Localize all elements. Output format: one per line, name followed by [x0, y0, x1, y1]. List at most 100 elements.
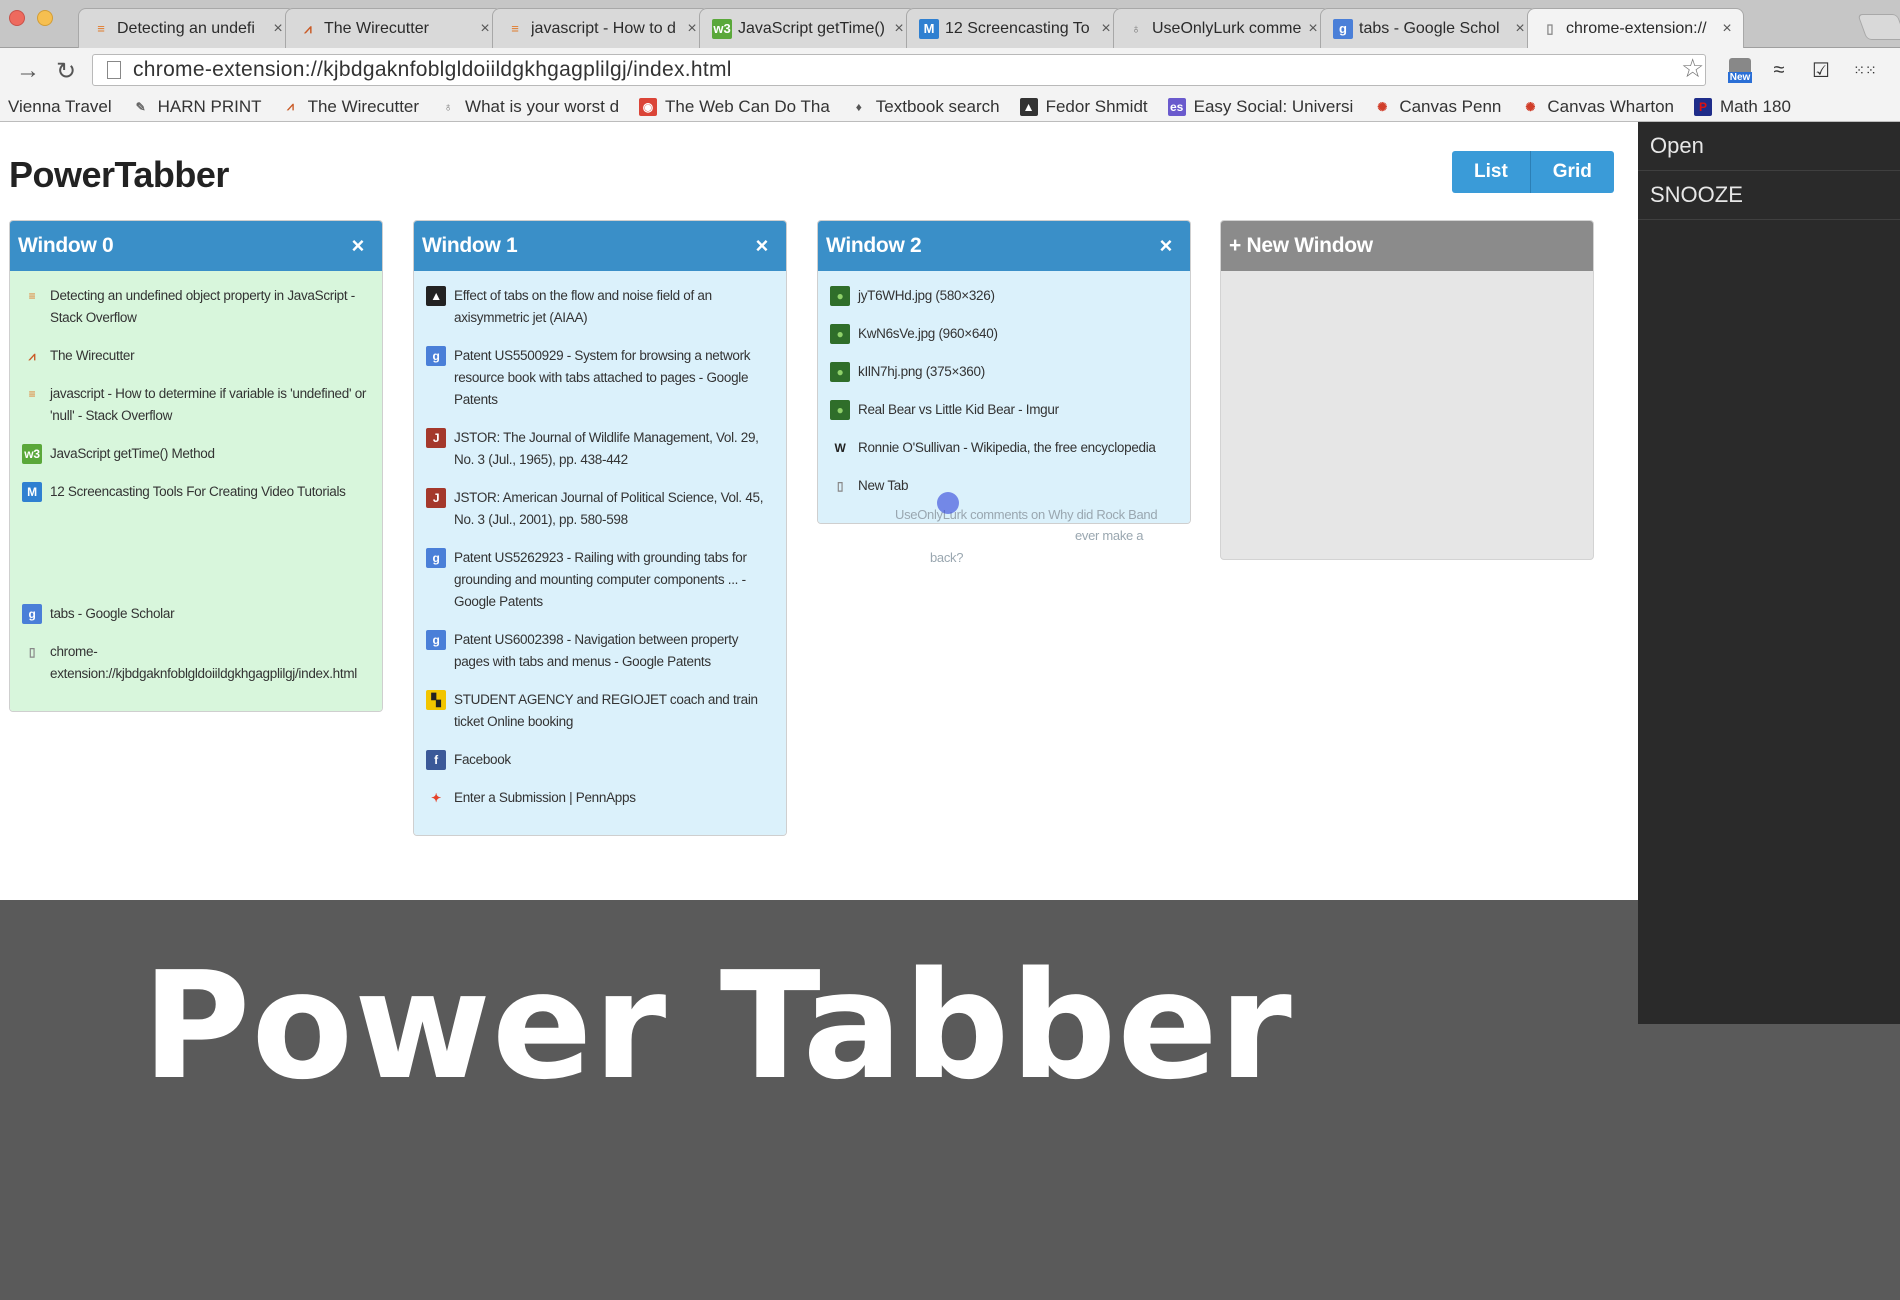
google-icon: g: [426, 548, 446, 568]
google-icon: g: [426, 346, 446, 366]
bookmark-item[interactable]: ◉ The Web Can Do Tha: [639, 97, 830, 117]
browser-tab[interactable]: ⩘ The Wirecutter ×: [285, 8, 502, 48]
tab-list-item[interactable]: ✦ Enter a Submission | PennApps: [426, 787, 776, 809]
browser-tab-label: UseOnlyLurk comme: [1152, 19, 1302, 37]
new-window-button[interactable]: + New Window: [1221, 221, 1593, 271]
bookmark-label: Vienna Travel: [8, 96, 112, 116]
browser-tab[interactable]: ≡ javascript - How to d ×: [492, 8, 709, 48]
wave-extension-icon[interactable]: ≈: [1766, 57, 1792, 83]
tab-list-item[interactable]: M 12 Screencasting Tools For Creating Vid…: [22, 481, 372, 503]
close-icon[interactable]: ×: [1098, 20, 1114, 38]
new-tab-button[interactable]: [1857, 14, 1900, 40]
window-minimize-button[interactable]: [37, 10, 53, 26]
checkbox-extension-icon[interactable]: ☑: [1808, 57, 1834, 83]
forward-arrow-icon[interactable]: →: [16, 57, 40, 85]
browser-tabs: ≡ Detecting an undefi × ⩘ The Wirecutter × ≡ ja…: [78, 8, 1744, 48]
extension-new-badge: New: [1727, 71, 1753, 83]
tab-list-item-title: javascript - How to determine if variabl…: [50, 386, 367, 423]
close-window-icon[interactable]: ×: [1159, 233, 1172, 259]
bookmark-label: Textbook search: [875, 96, 1000, 116]
tab-list-item[interactable]: ▚ STUDENT AGENCY and REGIOJET coach and t…: [426, 689, 776, 733]
browser-tab[interactable]: ♁ UseOnlyLurk comme ×: [1113, 8, 1330, 48]
tab-list-item-title: 12 Screencasting Tools For Creating Vide…: [50, 484, 346, 499]
bookmark-star-icon[interactable]: ☆: [1681, 53, 1704, 84]
tab-list-item[interactable]: ▯ chrome-extension://kjbdgaknfoblgldoiild…: [22, 641, 372, 685]
tab-list-item-title: STUDENT AGENCY and REGIOJET coach and tr…: [454, 692, 758, 729]
bookmark-item[interactable]: Vienna Travel: [8, 97, 112, 117]
window-title: Window 0: [18, 234, 114, 257]
tab-list-item[interactable]: ● KwN6sVe.jpg (960×640): [830, 323, 1180, 345]
close-icon[interactable]: ×: [684, 20, 700, 38]
tab-list-item[interactable]: ▯ New Tab: [830, 475, 1180, 497]
tab-list-item-title: Patent US5500929 - System for browsing a…: [454, 348, 751, 407]
close-icon[interactable]: ×: [477, 20, 493, 38]
tab-list-item[interactable]: g Patent US5262923 - Railing with groundi…: [426, 547, 776, 613]
bookmark-item[interactable]: es Easy Social: Universi: [1167, 96, 1354, 117]
tab-list-item[interactable]: g tabs - Google Scholar: [22, 603, 372, 625]
image-icon: ●: [830, 362, 850, 382]
tab-list-item[interactable]: w3 JavaScript getTime() Method: [22, 443, 372, 465]
browser-tab[interactable]: ▯ chrome-extension:// ×: [1527, 8, 1744, 48]
list-view-button[interactable]: List: [1452, 151, 1530, 193]
open-panel-item[interactable]: Open: [1638, 122, 1900, 171]
bookmark-item[interactable]: ✎ HARN PRINT: [132, 97, 262, 117]
google-icon: g: [426, 630, 446, 650]
tab-list-item[interactable]: ⩘ The Wirecutter: [22, 345, 372, 367]
tab-list-item[interactable]: g Patent US5500929 - System for browsing …: [426, 345, 776, 411]
tab-list-item[interactable]: J JSTOR: American Journal of Political Sc…: [426, 487, 776, 531]
tab-list-item[interactable]: ≡ Detecting an undefined object property …: [22, 285, 372, 329]
reload-icon[interactable]: ↻: [56, 57, 76, 86]
close-icon[interactable]: ×: [1719, 20, 1735, 38]
bookmark-item[interactable]: ✺ Canvas Penn: [1373, 97, 1501, 117]
bookmark-label: HARN PRINT: [157, 96, 262, 116]
browser-tab-label: 12 Screencasting To: [945, 19, 1090, 37]
tab-list-item[interactable]: W Ronnie O'Sullivan - Wikipedia, the free…: [830, 437, 1180, 459]
extension-new-icon[interactable]: New: [1725, 53, 1755, 87]
grid-view-button[interactable]: Grid: [1529, 151, 1614, 193]
close-icon[interactable]: ×: [1512, 20, 1528, 38]
stackoverflow-icon: ≡: [511, 21, 519, 36]
new-window-card[interactable]: + New Window: [1220, 220, 1594, 560]
bookmark-item[interactable]: ⩘ The Wirecutter: [282, 97, 419, 117]
page-icon: [107, 61, 121, 79]
tab-list-item-title: JSTOR: The Journal of Wildlife Managemen…: [454, 430, 759, 467]
tab-list-item-title: Patent US5262923 - Railing with groundin…: [454, 550, 747, 609]
close-icon[interactable]: ×: [1305, 20, 1321, 38]
window-title: Window 1: [422, 234, 518, 257]
tab-list-item[interactable]: ≡ javascript - How to determine if variab…: [22, 383, 372, 427]
tab-list-item[interactable]: J JSTOR: The Journal of Wildlife Manageme…: [426, 427, 776, 471]
grid-extension-icon[interactable]: ⁙⁙: [1852, 57, 1878, 83]
address-bar[interactable]: chrome-extension://kjbdgaknfoblgldoiildg…: [92, 54, 1706, 86]
close-icon[interactable]: ×: [891, 20, 907, 38]
close-window-icon[interactable]: ×: [351, 233, 364, 259]
browser-tab[interactable]: ≡ Detecting an undefi ×: [78, 8, 295, 48]
window-close-button[interactable]: [9, 10, 25, 26]
drag-ghost-line2: ever make a: [1075, 528, 1144, 543]
tab-list-item[interactable]: g Patent US6002398 - Navigation between p…: [426, 629, 776, 673]
tab-list-item[interactable]: ● jyT6WHd.jpg (580×326): [830, 285, 1180, 307]
bookmark-item[interactable]: ♦ Textbook search: [850, 97, 1000, 117]
browser-tab[interactable]: w3 JavaScript getTime() ×: [699, 8, 916, 48]
p-icon: P: [1694, 97, 1713, 116]
browser-tab[interactable]: M 12 Screencasting To ×: [906, 8, 1123, 48]
powertabber-app: PowerTabber List Grid Window 0 × ≡ Detectin…: [0, 122, 1638, 900]
tab-list-item[interactable]: f Facebook: [426, 749, 776, 771]
page-icon: ▯: [836, 479, 844, 493]
tab-list-item[interactable]: ● kIlN7hj.png (375×360): [830, 361, 1180, 383]
bookmark-item[interactable]: ♁ What is your worst d: [439, 97, 620, 117]
bookmark-label: The Web Can Do Tha: [665, 96, 830, 116]
bookmark-item[interactable]: ✺ Canvas Wharton: [1521, 97, 1674, 117]
jstor-icon: J: [426, 488, 446, 508]
bookmark-item[interactable]: P Math 180: [1694, 97, 1791, 117]
bookmark-item[interactable]: ▲ Fedor Shmidt: [1019, 97, 1148, 117]
side-panel: Open SNOOZE: [1638, 122, 1900, 1024]
tab-list-item[interactable]: ▲ Effect of tabs on the flow and noise fi…: [426, 285, 776, 329]
snooze-panel-item[interactable]: SNOOZE: [1638, 171, 1900, 220]
tab-list-item[interactable]: ● Real Bear vs Little Kid Bear - Imgur: [830, 399, 1180, 421]
tab-list-item-title: kIlN7hj.png (375×360): [858, 364, 985, 379]
page-icon: ▯: [1546, 20, 1554, 36]
bookmark-label: Easy Social: Universi: [1193, 96, 1354, 116]
close-window-icon[interactable]: ×: [755, 233, 768, 259]
browser-tab[interactable]: g tabs - Google Schol ×: [1320, 8, 1537, 48]
close-icon[interactable]: ×: [270, 20, 286, 38]
